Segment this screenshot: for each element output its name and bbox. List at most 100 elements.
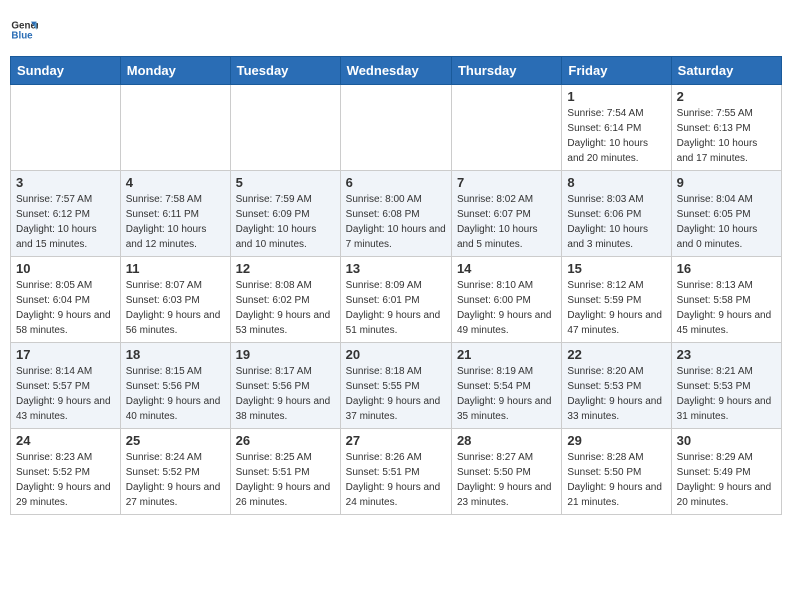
- column-header-saturday: Saturday: [671, 57, 781, 85]
- day-number: 6: [346, 175, 446, 190]
- day-info: Sunrise: 8:19 AM Sunset: 5:54 PM Dayligh…: [457, 364, 556, 424]
- day-info: Sunrise: 8:20 AM Sunset: 5:53 PM Dayligh…: [567, 364, 665, 424]
- day-number: 9: [677, 175, 776, 190]
- calendar-cell: 17 Sunrise: 8:14 AM Sunset: 5:57 PM Dayli…: [11, 343, 121, 429]
- day-number: 30: [677, 433, 776, 448]
- calendar-cell: 14 Sunrise: 8:10 AM Sunset: 6:00 PM Dayli…: [451, 257, 561, 343]
- day-info: Sunrise: 8:09 AM Sunset: 6:01 PM Dayligh…: [346, 278, 446, 338]
- calendar-cell: 1Sunrise: 7:54 AM Sunset: 6:14 PM Daylig…: [562, 85, 671, 171]
- day-info: Sunrise: 8:26 AM Sunset: 5:51 PM Dayligh…: [346, 450, 446, 510]
- day-info: Sunrise: 7:58 AM Sunset: 6:11 PM Dayligh…: [126, 192, 225, 252]
- day-info: Sunrise: 8:15 AM Sunset: 5:56 PM Dayligh…: [126, 364, 225, 424]
- calendar-cell: 28 Sunrise: 8:27 AM Sunset: 5:50 PM Dayli…: [451, 429, 561, 515]
- day-info: Sunrise: 8:29 AM Sunset: 5:49 PM Dayligh…: [677, 450, 776, 510]
- calendar-cell: 9 Sunrise: 8:04 AM Sunset: 6:05 PM Daylig…: [671, 171, 781, 257]
- calendar-week-3: 10 Sunrise: 8:05 AM Sunset: 6:04 PM Dayli…: [11, 257, 782, 343]
- day-info: Sunrise: 7:59 AM Sunset: 6:09 PM Dayligh…: [236, 192, 335, 252]
- day-number: 14: [457, 261, 556, 276]
- day-info: Sunrise: 8:14 AM Sunset: 5:57 PM Dayligh…: [16, 364, 115, 424]
- day-number: 22: [567, 347, 665, 362]
- day-number: 23: [677, 347, 776, 362]
- calendar-week-1: 1Sunrise: 7:54 AM Sunset: 6:14 PM Daylig…: [11, 85, 782, 171]
- day-number: 13: [346, 261, 446, 276]
- day-number: 20: [346, 347, 446, 362]
- day-number: 28: [457, 433, 556, 448]
- day-number: 11: [126, 261, 225, 276]
- page-header: General Blue: [10, 10, 782, 50]
- day-number: 16: [677, 261, 776, 276]
- day-number: 10: [16, 261, 115, 276]
- day-number: 5: [236, 175, 335, 190]
- day-number: 17: [16, 347, 115, 362]
- calendar-cell: 2Sunrise: 7:55 AM Sunset: 6:13 PM Daylig…: [671, 85, 781, 171]
- calendar-cell: 4Sunrise: 7:58 AM Sunset: 6:11 PM Daylig…: [120, 171, 230, 257]
- day-number: 25: [126, 433, 225, 448]
- day-info: Sunrise: 8:21 AM Sunset: 5:53 PM Dayligh…: [677, 364, 776, 424]
- day-info: Sunrise: 8:02 AM Sunset: 6:07 PM Dayligh…: [457, 192, 556, 252]
- calendar-cell: 5 Sunrise: 7:59 AM Sunset: 6:09 PM Daylig…: [230, 171, 340, 257]
- calendar-cell: [11, 85, 121, 171]
- day-number: 3: [16, 175, 115, 190]
- logo: General Blue: [10, 10, 38, 50]
- calendar-week-5: 24 Sunrise: 8:23 AM Sunset: 5:52 PM Dayli…: [11, 429, 782, 515]
- day-info: Sunrise: 8:18 AM Sunset: 5:55 PM Dayligh…: [346, 364, 446, 424]
- day-number: 1: [567, 89, 665, 104]
- day-info: Sunrise: 8:04 AM Sunset: 6:05 PM Dayligh…: [677, 192, 776, 252]
- calendar-cell: 22 Sunrise: 8:20 AM Sunset: 5:53 PM Dayli…: [562, 343, 671, 429]
- svg-text:Blue: Blue: [11, 30, 33, 41]
- calendar-cell: 24 Sunrise: 8:23 AM Sunset: 5:52 PM Dayli…: [11, 429, 121, 515]
- column-header-thursday: Thursday: [451, 57, 561, 85]
- calendar-cell: 13 Sunrise: 8:09 AM Sunset: 6:01 PM Dayli…: [340, 257, 451, 343]
- day-number: 12: [236, 261, 335, 276]
- calendar-header-row: SundayMondayTuesdayWednesdayThursdayFrid…: [11, 57, 782, 85]
- day-number: 26: [236, 433, 335, 448]
- calendar-cell: 25 Sunrise: 8:24 AM Sunset: 5:52 PM Dayli…: [120, 429, 230, 515]
- column-header-tuesday: Tuesday: [230, 57, 340, 85]
- day-number: 7: [457, 175, 556, 190]
- calendar-cell: [230, 85, 340, 171]
- calendar-cell: [340, 85, 451, 171]
- day-info: Sunrise: 8:05 AM Sunset: 6:04 PM Dayligh…: [16, 278, 115, 338]
- day-info: Sunrise: 8:24 AM Sunset: 5:52 PM Dayligh…: [126, 450, 225, 510]
- calendar-cell: 3 Sunrise: 7:57 AM Sunset: 6:12 PM Daylig…: [11, 171, 121, 257]
- column-header-wednesday: Wednesday: [340, 57, 451, 85]
- calendar-cell: 8 Sunrise: 8:03 AM Sunset: 6:06 PM Daylig…: [562, 171, 671, 257]
- calendar-cell: 21 Sunrise: 8:19 AM Sunset: 5:54 PM Dayli…: [451, 343, 561, 429]
- day-number: 29: [567, 433, 665, 448]
- day-info: Sunrise: 8:10 AM Sunset: 6:00 PM Dayligh…: [457, 278, 556, 338]
- calendar-cell: 11 Sunrise: 8:07 AM Sunset: 6:03 PM Dayli…: [120, 257, 230, 343]
- day-number: 15: [567, 261, 665, 276]
- day-info: Sunrise: 8:25 AM Sunset: 5:51 PM Dayligh…: [236, 450, 335, 510]
- day-info: Sunrise: 8:23 AM Sunset: 5:52 PM Dayligh…: [16, 450, 115, 510]
- calendar-cell: 23 Sunrise: 8:21 AM Sunset: 5:53 PM Dayli…: [671, 343, 781, 429]
- day-info: Sunrise: 8:28 AM Sunset: 5:50 PM Dayligh…: [567, 450, 665, 510]
- day-info: Sunrise: 8:27 AM Sunset: 5:50 PM Dayligh…: [457, 450, 556, 510]
- calendar-cell: 19Sunrise: 8:17 AM Sunset: 5:56 PM Dayli…: [230, 343, 340, 429]
- calendar-cell: 30 Sunrise: 8:29 AM Sunset: 5:49 PM Dayli…: [671, 429, 781, 515]
- day-info: Sunrise: 8:03 AM Sunset: 6:06 PM Dayligh…: [567, 192, 665, 252]
- calendar-cell: 12Sunrise: 8:08 AM Sunset: 6:02 PM Dayli…: [230, 257, 340, 343]
- calendar-cell: 15Sunrise: 8:12 AM Sunset: 5:59 PM Dayli…: [562, 257, 671, 343]
- day-info: Sunrise: 8:07 AM Sunset: 6:03 PM Dayligh…: [126, 278, 225, 338]
- logo-icon: General Blue: [10, 16, 38, 44]
- column-header-monday: Monday: [120, 57, 230, 85]
- day-number: 21: [457, 347, 556, 362]
- calendar-cell: 7 Sunrise: 8:02 AM Sunset: 6:07 PM Daylig…: [451, 171, 561, 257]
- calendar-cell: 18Sunrise: 8:15 AM Sunset: 5:56 PM Dayli…: [120, 343, 230, 429]
- day-number: 8: [567, 175, 665, 190]
- calendar-cell: 20 Sunrise: 8:18 AM Sunset: 5:55 PM Dayli…: [340, 343, 451, 429]
- day-number: 27: [346, 433, 446, 448]
- day-number: 19: [236, 347, 335, 362]
- calendar-cell: 27 Sunrise: 8:26 AM Sunset: 5:51 PM Dayli…: [340, 429, 451, 515]
- calendar-cell: 6 Sunrise: 8:00 AM Sunset: 6:08 PM Daylig…: [340, 171, 451, 257]
- calendar-week-2: 3 Sunrise: 7:57 AM Sunset: 6:12 PM Daylig…: [11, 171, 782, 257]
- calendar-cell: 10 Sunrise: 8:05 AM Sunset: 6:04 PM Dayli…: [11, 257, 121, 343]
- day-info: Sunrise: 8:00 AM Sunset: 6:08 PM Dayligh…: [346, 192, 446, 252]
- day-info: Sunrise: 7:57 AM Sunset: 6:12 PM Dayligh…: [16, 192, 115, 252]
- calendar-cell: 16 Sunrise: 8:13 AM Sunset: 5:58 PM Dayli…: [671, 257, 781, 343]
- day-number: 2: [677, 89, 776, 104]
- day-number: 24: [16, 433, 115, 448]
- calendar-table: SundayMondayTuesdayWednesdayThursdayFrid…: [10, 56, 782, 515]
- calendar-week-4: 17 Sunrise: 8:14 AM Sunset: 5:57 PM Dayli…: [11, 343, 782, 429]
- day-info: Sunrise: 8:13 AM Sunset: 5:58 PM Dayligh…: [677, 278, 776, 338]
